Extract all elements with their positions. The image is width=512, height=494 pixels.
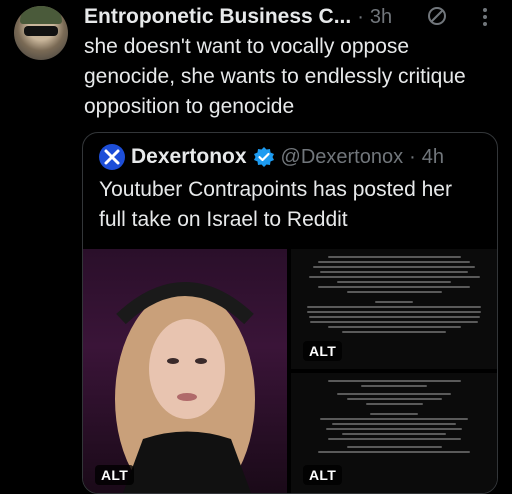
photo-illustration (115, 282, 255, 493)
quoted-separator-dot: · (409, 145, 416, 168)
quoted-tweet-time[interactable]: 4h (422, 146, 444, 169)
tweet-text: she doesn't want to vocally oppose genoc… (84, 35, 466, 118)
alt-text-badge[interactable]: ALT (95, 465, 135, 485)
author-avatar[interactable] (14, 6, 68, 60)
no-entry-icon[interactable] (426, 5, 448, 27)
verified-badge-icon (253, 147, 274, 167)
quoted-tweet-text: Youtuber Contrapoints has posted her ful… (99, 178, 452, 231)
media-photo[interactable]: ALT (83, 249, 287, 493)
avatar-glasses (24, 26, 58, 36)
quoted-author-handle[interactable]: @Dexertonox (281, 146, 404, 169)
media-document-top[interactable]: ALT (291, 249, 497, 369)
tweet-header: Entroponetic Business C... · 3h (84, 4, 392, 30)
avatar-hat (20, 6, 62, 24)
quoted-author-name[interactable]: Dexertonox (131, 145, 247, 169)
quoted-tweet[interactable]: Dexertonox @Dexertonox · 4h Youtuber Con… (82, 132, 498, 494)
quoted-tweet-header: Dexertonox @Dexertonox · 4h (99, 143, 444, 171)
tweet-time[interactable]: 3h (370, 6, 392, 29)
separator-dot: · (357, 5, 364, 28)
dexertonox-logo-icon[interactable] (99, 144, 125, 170)
more-vertical-icon[interactable] (478, 6, 492, 28)
alt-text-badge[interactable]: ALT (303, 341, 343, 361)
media-document-bottom[interactable]: ALT (291, 373, 497, 493)
alt-text-badge[interactable]: ALT (303, 465, 343, 485)
author-name[interactable]: Entroponetic Business C... (84, 5, 351, 29)
